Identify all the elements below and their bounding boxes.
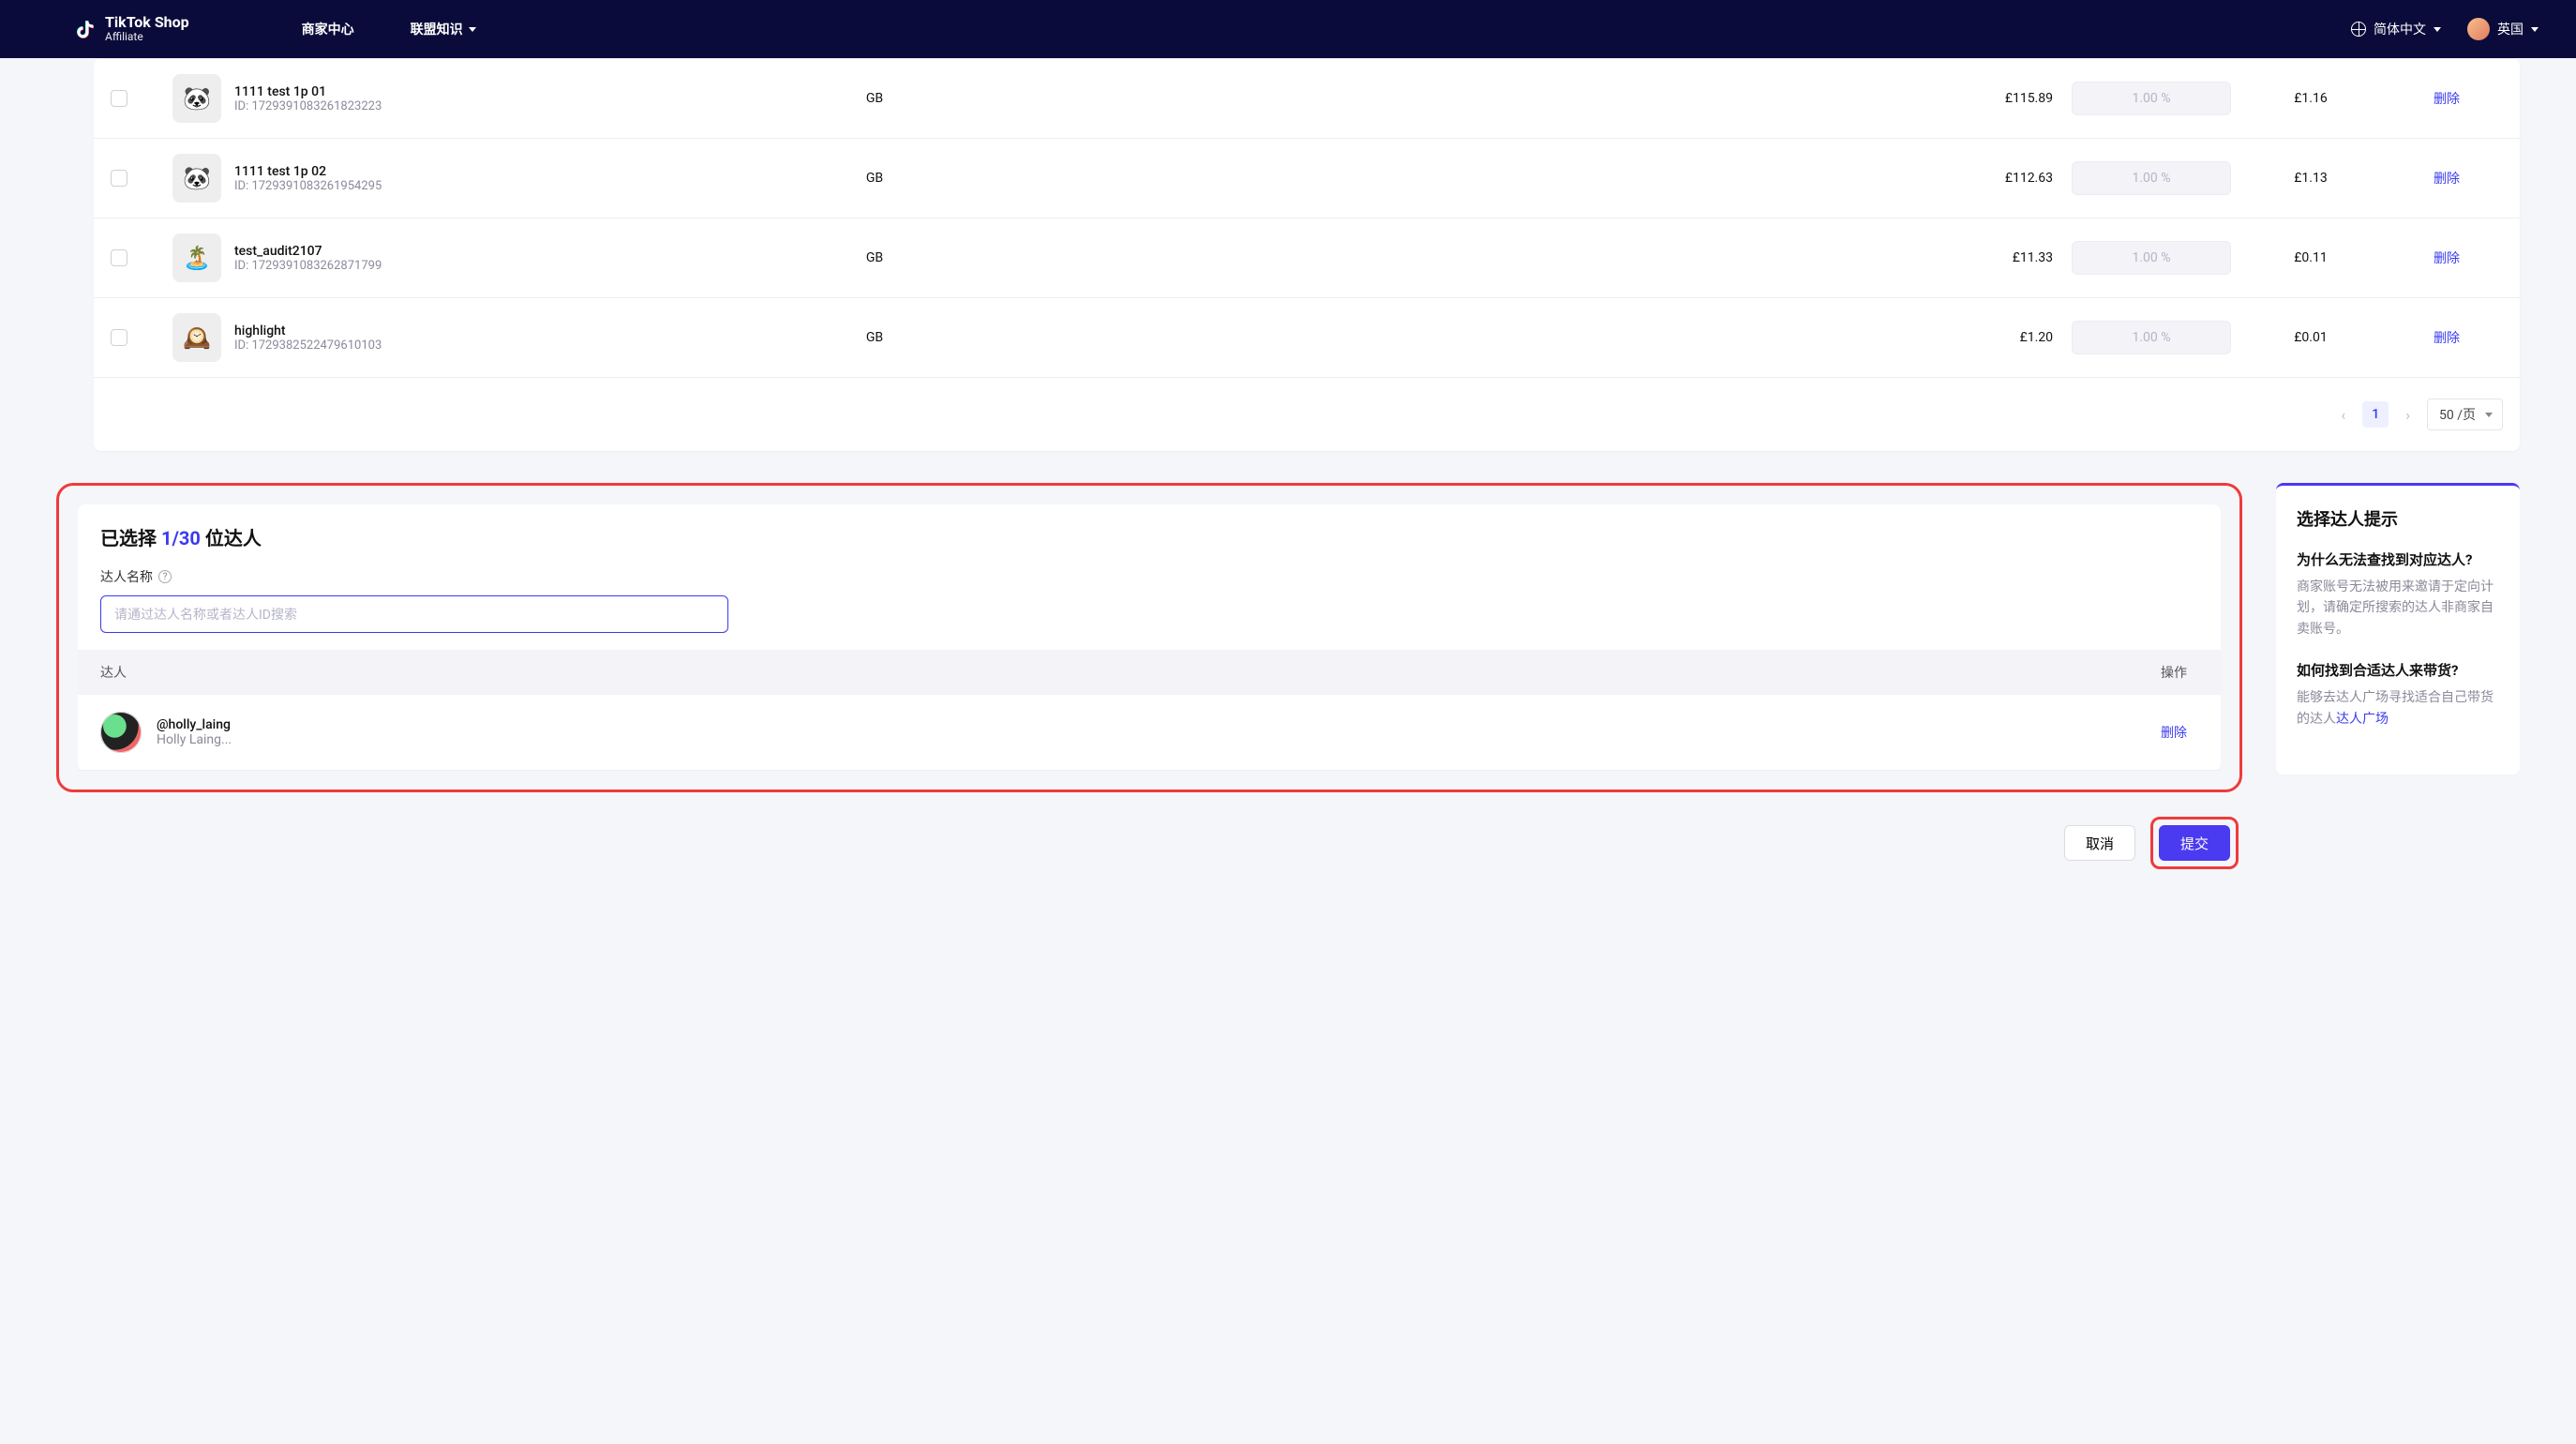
product-thumb: 🏝️ (172, 233, 221, 282)
row-checkbox[interactable] (111, 170, 127, 187)
tips-title: 选择达人提示 (2297, 506, 2499, 531)
product-country: GB (482, 91, 1267, 106)
nav-knowledge[interactable]: 联盟知识 (411, 20, 476, 38)
footer-actions: 取消 提交 (56, 817, 2242, 869)
commission-rate-input[interactable]: 1.00 % (2072, 321, 2231, 354)
region-selector[interactable]: 英国 (2467, 18, 2539, 40)
brand-logo: TikTok Shop Affiliate (75, 15, 189, 42)
row-checkbox[interactable] (111, 90, 127, 107)
commission-rate-input[interactable]: 1.00 % (2072, 82, 2231, 115)
page-prev[interactable]: ‹ (2341, 406, 2345, 424)
delete-product-link[interactable]: 删除 (2434, 251, 2460, 266)
creator-search-label: 达人名称 ? (78, 550, 2221, 595)
page-size-select[interactable]: 50 /页 (2427, 399, 2503, 430)
product-price: £112.63 (1277, 171, 2062, 186)
creator-avatar (100, 712, 142, 753)
language-selector[interactable]: 简体中文 (2351, 20, 2441, 38)
tiktok-icon (75, 18, 97, 40)
table-row: 🏝️ test_audit2107 ID: 172939108326287179… (94, 218, 2520, 298)
product-country: GB (482, 171, 1267, 186)
product-cost: £0.11 (2240, 250, 2381, 265)
product-cost: £1.13 (2240, 171, 2381, 186)
commission-rate-input[interactable]: 1.00 % (2072, 161, 2231, 195)
row-checkbox[interactable] (111, 249, 127, 266)
tips-card: 选择达人提示 为什么无法查找到对应达人? 商家账号无法被用来邀请于定向计划，请确… (2276, 483, 2520, 775)
product-thumb: 🐼 (172, 154, 221, 203)
delete-product-link[interactable]: 删除 (2434, 92, 2460, 107)
product-id: ID: 1729391083262871799 (234, 259, 382, 273)
highlight-outline: 已选择 1/30 位达人 达人名称 ? 请通过达人名称或者达人ID搜索 达人 操… (56, 483, 2242, 792)
product-name: 1111 test 1p 01 (234, 84, 382, 99)
brand-line2: Affiliate (105, 31, 189, 43)
product-country: GB (482, 250, 1267, 265)
main-header: TikTok Shop Affiliate 商家中心 联盟知识 简体中文 英国 (0, 0, 2576, 58)
table-row: 🐼 1111 test 1p 01 ID: 172939108326182322… (94, 58, 2520, 139)
creator-search-input[interactable]: 请通过达人名称或者达人ID搜索 (100, 595, 728, 633)
creator-handle: @holly_laing (157, 717, 232, 732)
product-id: ID: 1729382522479610103 (234, 338, 382, 353)
chevron-down-icon (469, 27, 476, 32)
nav: 商家中心 联盟知识 (302, 20, 476, 38)
product-cost: £0.01 (2240, 330, 2381, 345)
product-country: GB (482, 330, 1267, 345)
product-price: £115.89 (1277, 91, 2062, 106)
delete-product-link[interactable]: 删除 (2434, 172, 2460, 187)
submit-button[interactable]: 提交 (2159, 825, 2230, 861)
product-price: £1.20 (1277, 330, 2062, 345)
creator-plaza-link[interactable]: 达人广场 (2336, 712, 2389, 727)
help-icon[interactable]: ? (158, 570, 172, 583)
tip-q1: 为什么无法查找到对应达人? (2297, 549, 2499, 569)
product-name: 1111 test 1p 02 (234, 164, 382, 179)
page-number[interactable]: 1 (2362, 401, 2389, 428)
product-table-card: 🐼 1111 test 1p 01 ID: 172939108326182322… (94, 58, 2520, 451)
tip-a2: 能够去达人广场寻找适合自己带货的达人达人广场 (2297, 687, 2499, 730)
selected-creators-card: 已选择 1/30 位达人 达人名称 ? 请通过达人名称或者达人ID搜索 达人 操… (78, 504, 2221, 771)
highlight-outline-submit: 提交 (2150, 817, 2239, 869)
col-creator: 达人 (100, 663, 2086, 682)
creator-display-name: Holly Laing... (157, 732, 232, 747)
chevron-down-icon (2485, 413, 2493, 417)
product-id: ID: 1729391083261954295 (234, 179, 382, 193)
avatar (2467, 18, 2490, 40)
commission-rate-input[interactable]: 1.00 % (2072, 241, 2231, 275)
tip-a1: 商家账号无法被用来邀请于定向计划，请确定所搜索的达人非商家自卖账号。 (2297, 577, 2499, 639)
product-thumb: 🕰️ (172, 313, 221, 362)
tip-q2: 如何找到合适达人来带货? (2297, 660, 2499, 680)
creator-table-header: 达人 操作 (78, 650, 2221, 695)
nav-seller-center[interactable]: 商家中心 (302, 20, 354, 38)
selected-title: 已选择 1/30 位达人 (78, 523, 2221, 550)
globe-icon (2351, 22, 2366, 37)
product-price: £11.33 (1277, 250, 2062, 265)
chevron-down-icon (2531, 27, 2539, 32)
creator-row: @holly_laing Holly Laing... 删除 (78, 695, 2221, 771)
chevron-down-icon (2434, 27, 2441, 32)
page-next[interactable]: › (2405, 406, 2410, 424)
product-id: ID: 1729391083261823223 (234, 99, 382, 113)
delete-creator-link[interactable]: 删除 (2086, 723, 2198, 742)
row-checkbox[interactable] (111, 329, 127, 346)
product-name: test_audit2107 (234, 244, 382, 259)
col-op: 操作 (2086, 663, 2198, 682)
cancel-button[interactable]: 取消 (2064, 825, 2135, 861)
product-thumb: 🐼 (172, 74, 221, 123)
pagination: ‹ 1 › 50 /页 (94, 378, 2520, 451)
table-row: 🐼 1111 test 1p 02 ID: 172939108326195429… (94, 139, 2520, 218)
product-cost: £1.16 (2240, 91, 2381, 106)
table-row: 🕰️ highlight ID: 1729382522479610103 GB … (94, 298, 2520, 378)
delete-product-link[interactable]: 删除 (2434, 331, 2460, 346)
product-name: highlight (234, 323, 382, 338)
brand-line1: TikTok Shop (105, 15, 189, 31)
